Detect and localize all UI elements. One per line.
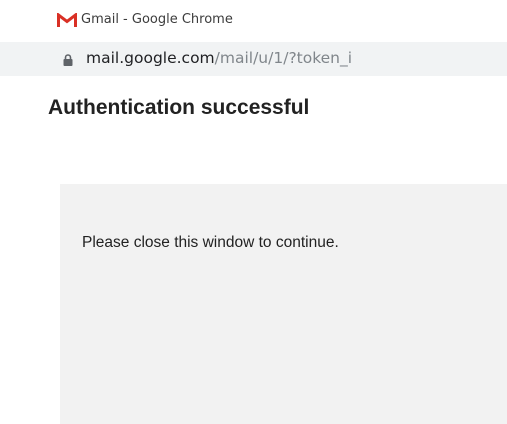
page-heading: Authentication successful [48, 96, 310, 119]
url-path: /mail/u/1/?token_i [214, 49, 353, 67]
message-panel: Please close this window to continue. [60, 184, 507, 424]
url-text[interactable]: mail.google.com/mail/u/1/?token_i [86, 49, 352, 67]
browser-window: Gmail - Google Chrome mail.google.com/ma… [0, 0, 507, 424]
address-bar[interactable]: mail.google.com/mail/u/1/?token_i [0, 42, 507, 76]
message-text: Please close this window to continue. [82, 234, 339, 251]
url-host: mail.google.com [86, 49, 215, 67]
lock-icon[interactable] [63, 53, 73, 66]
gmail-icon [57, 11, 77, 28]
title-bar: Gmail - Google Chrome [0, 0, 507, 42]
window-title: Gmail - Google Chrome [81, 12, 233, 27]
